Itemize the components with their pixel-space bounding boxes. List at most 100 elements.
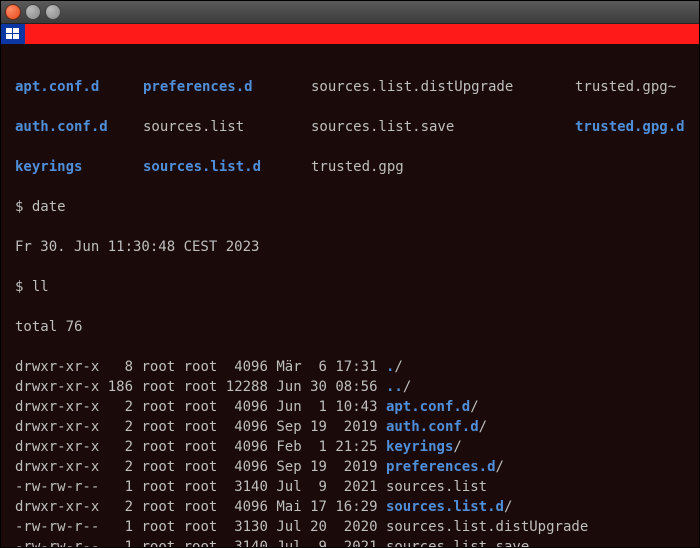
prompt: $ [15,279,32,295]
perm: -rw-rw-r-- [15,539,99,548]
nlink: 2 [108,419,133,435]
perm: drwxr-xr-x [15,399,99,415]
ll-listing: drwxr-xr-x 8 root root 4096 Mär 6 17:31 … [15,357,685,548]
slash: / [479,419,487,435]
file-name: sources.list [143,117,311,137]
list-item: -rw-rw-r-- 1 root root 3140 Jul 9 2021 s… [15,477,685,497]
size: 4096 [226,419,268,435]
date: Jun 1 10:43 [276,399,377,415]
file-name: trusted.gpg~ [575,77,685,97]
date: Mai 17 16:29 [276,499,377,515]
ls-row: keyringssources.list.dtrusted.gpg [15,157,685,177]
entry-name: apt.conf.d [386,399,470,415]
output-line: Fr 30. Jun 11:30:48 CEST 2023 [15,237,685,257]
dir-name: preferences.d [143,77,311,97]
nlink: 1 [108,539,133,548]
date: Sep 19 2019 [276,459,377,475]
entry-name: .. [386,379,403,395]
terminal-window: apt.conf.dpreferences.dsources.list.dist… [0,0,700,548]
dir-name: keyrings [15,157,143,177]
owner: root root [141,499,217,515]
ls-row: apt.conf.dpreferences.dsources.list.dist… [15,77,685,97]
perm: -rw-rw-r-- [15,479,99,495]
list-item: drwxr-xr-x 8 root root 4096 Mär 6 17:31 … [15,357,685,377]
size: 3140 [226,479,268,495]
slash: / [496,459,504,475]
owner: root root [141,359,217,375]
minimize-icon[interactable] [25,4,41,20]
prompt-line: $ date [15,197,685,217]
list-item: -rw-rw-r-- 1 root root 3140 Jul 9 2021 s… [15,537,685,548]
owner: root root [141,379,217,395]
owner: root root [141,479,217,495]
titlebar[interactable] [1,1,699,24]
nlink: 2 [108,439,133,455]
nlink: 1 [108,479,133,495]
nlink: 2 [108,399,133,415]
date: Jun 30 08:56 [276,379,377,395]
ls-row: auth.conf.dsources.listsources.list.save… [15,117,685,137]
entry-name: sources.list.d [386,499,504,515]
date: Jul 20 2020 [276,519,377,535]
entry-name: sources.list.save [386,539,529,548]
file-name: trusted.gpg [311,157,575,177]
entry-name: preferences.d [386,459,496,475]
nlink: 2 [108,459,133,475]
nlink: 186 [108,379,133,395]
owner: root root [141,539,217,548]
list-item: drwxr-xr-x 2 root root 4096 Mai 17 16:29… [15,497,685,517]
size: 4096 [226,399,268,415]
dir-name: sources.list.d [143,157,311,177]
menubar [1,24,699,44]
size: 4096 [226,459,268,475]
slash: / [470,399,478,415]
maximize-icon[interactable] [45,4,61,20]
date: Mär 6 17:31 [276,359,377,375]
owner: root root [141,419,217,435]
output-line: total 76 [15,317,685,337]
file-name: sources.list.save [311,117,575,137]
dir-name: trusted.gpg.d [575,117,685,137]
list-item: drwxr-xr-x 186 root root 12288 Jun 30 08… [15,377,685,397]
perm: drwxr-xr-x [15,379,99,395]
date: Jul 9 2021 [276,479,377,495]
list-item: drwxr-xr-x 2 root root 4096 Sep 19 2019 … [15,457,685,477]
perm: drwxr-xr-x [15,359,99,375]
perm: drwxr-xr-x [15,499,99,515]
owner: root root [141,519,217,535]
owner: root root [141,399,217,415]
entry-name: auth.conf.d [386,419,479,435]
prompt: $ [15,199,32,215]
entry-name: keyrings [386,439,453,455]
owner: root root [141,439,217,455]
size: 4096 [226,359,268,375]
perm: drwxr-xr-x [15,439,99,455]
size: 4096 [226,439,268,455]
close-icon[interactable] [5,4,21,20]
nlink: 8 [108,359,133,375]
dir-name: apt.conf.d [15,77,143,97]
size: 4096 [226,499,268,515]
perm: drwxr-xr-x [15,459,99,475]
perm: drwxr-xr-x [15,419,99,435]
list-item: -rw-rw-r-- 1 root root 3130 Jul 20 2020 … [15,517,685,537]
slash: / [403,379,411,395]
terminal-output[interactable]: apt.conf.dpreferences.dsources.list.dist… [1,45,699,547]
slash: / [453,439,461,455]
app-menu-icon[interactable] [1,24,25,44]
command: ll [32,279,49,295]
slash: / [504,499,512,515]
command: date [32,199,66,215]
list-item: drwxr-xr-x 2 root root 4096 Jun 1 10:43 … [15,397,685,417]
file-name: sources.list.distUpgrade [311,77,575,97]
size: 3130 [226,519,268,535]
owner: root root [141,459,217,475]
nlink: 1 [108,519,133,535]
list-item: drwxr-xr-x 2 root root 4096 Sep 19 2019 … [15,417,685,437]
size: 3140 [226,539,268,548]
date: Jul 9 2021 [276,539,377,548]
entry-name: sources.list [386,479,487,495]
prompt-line: $ ll [15,277,685,297]
nlink: 2 [108,499,133,515]
entry-name: sources.list.distUpgrade [386,519,588,535]
